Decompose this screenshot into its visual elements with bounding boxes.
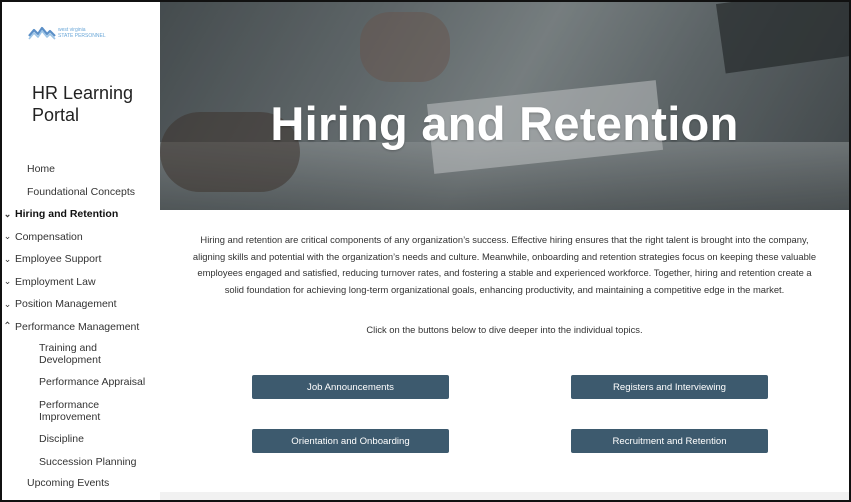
site-title: HR Learning Portal bbox=[32, 83, 134, 125]
hero-banner: Hiring and Retention bbox=[160, 2, 849, 210]
nav-item-hiring-and-retention[interactable]: ⌄ Hiring and Retention bbox=[2, 203, 160, 226]
nav-item-label: Employee Support bbox=[15, 253, 102, 266]
sub-item-performance-appraisal[interactable]: Performance Appraisal bbox=[2, 376, 160, 390]
hero-title: Hiring and Retention bbox=[270, 97, 739, 150]
chevron-down-icon: ⌄ bbox=[3, 253, 12, 264]
chevron-down-icon: ⌄ bbox=[3, 298, 12, 309]
footer-strip bbox=[160, 492, 849, 500]
nav-item-performance-management[interactable]: ⌃ Performance Management bbox=[2, 316, 160, 339]
nav-item-label: Performance Management bbox=[15, 320, 140, 333]
nav-item-label: Home bbox=[27, 163, 56, 176]
nav-item-label: Position Management bbox=[15, 298, 117, 311]
nav-item-foundational-concepts[interactable]: Foundational Concepts bbox=[2, 181, 160, 204]
nav-item-label: Upcoming Events bbox=[27, 477, 110, 490]
chevron-down-icon: ⌄ bbox=[3, 231, 12, 242]
registers-and-interviewing-button[interactable]: Registers and Interviewing bbox=[571, 375, 768, 399]
job-announcements-button[interactable]: Job Announcements bbox=[252, 375, 449, 399]
nav-item-upcoming-events[interactable]: Upcoming Events bbox=[2, 472, 160, 495]
nav-item-home[interactable]: Home bbox=[2, 158, 160, 181]
sub-item-training-and-development[interactable]: Training and Development bbox=[2, 342, 122, 368]
sidebar-nav: Home Foundational Concepts ⌄ Hiring and … bbox=[2, 158, 160, 495]
main-content: Hiring and retention are critical compon… bbox=[160, 210, 849, 498]
nav-item-position-management[interactable]: ⌄ Position Management bbox=[2, 293, 160, 316]
nav-item-employee-support[interactable]: ⌄ Employee Support bbox=[2, 248, 160, 271]
nav-item-label: Foundational Concepts bbox=[27, 185, 135, 198]
recruitment-and-retention-button[interactable]: Recruitment and Retention bbox=[571, 429, 768, 453]
chevron-down-icon: ⌄ bbox=[3, 276, 12, 287]
logo-text: west virginia STATE PERSONNEL bbox=[58, 27, 106, 39]
sub-item-performance-improvement[interactable]: Performance Improvement bbox=[2, 399, 112, 425]
nav-item-employment-law[interactable]: ⌄ Employment Law bbox=[2, 271, 160, 294]
nav-item-compensation[interactable]: ⌄ Compensation bbox=[2, 226, 160, 249]
instruction-text: Click on the buttons below to dive deepe… bbox=[366, 324, 643, 335]
nav-item-label: Compensation bbox=[15, 230, 83, 243]
logo[interactable]: west virginia STATE PERSONNEL bbox=[28, 22, 123, 46]
nav-item-label: Employment Law bbox=[15, 275, 96, 288]
intro-paragraph: Hiring and retention are critical compon… bbox=[192, 234, 817, 295]
sub-item-succession-planning[interactable]: Succession Planning bbox=[2, 456, 160, 470]
chevron-up-icon: ⌃ bbox=[3, 321, 12, 333]
nav-item-label: Hiring and Retention bbox=[15, 208, 119, 221]
wv-logo-icon bbox=[28, 26, 56, 40]
sub-item-discipline[interactable]: Discipline bbox=[2, 433, 160, 447]
orientation-and-onboarding-button[interactable]: Orientation and Onboarding bbox=[252, 429, 449, 453]
sidebar: west virginia STATE PERSONNEL HR Learnin… bbox=[2, 2, 160, 500]
chevron-down-icon: ⌄ bbox=[3, 208, 12, 219]
